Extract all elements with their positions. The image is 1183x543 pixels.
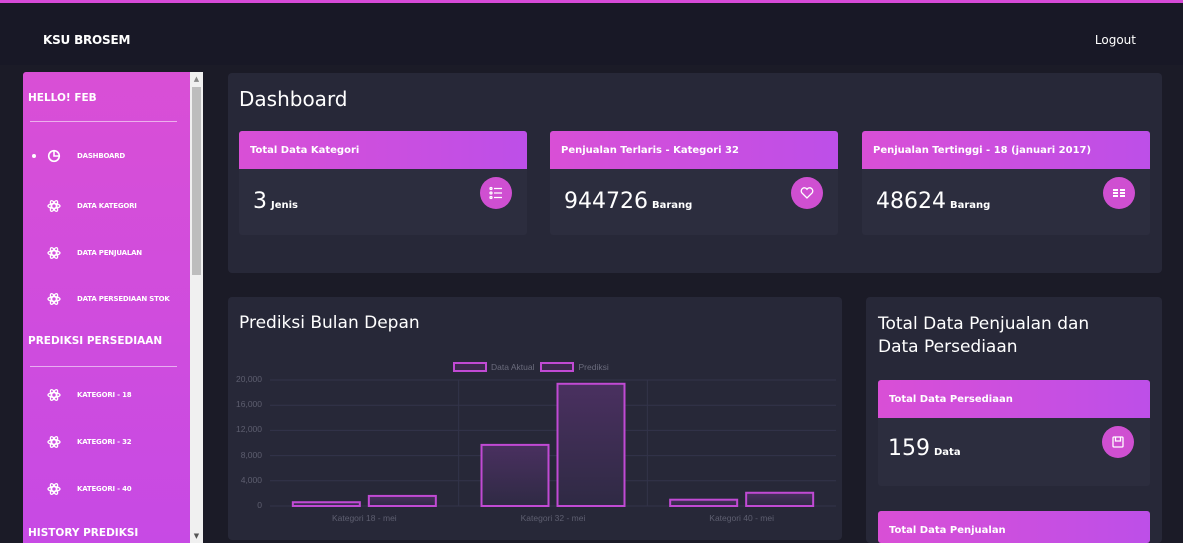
- sidebar-item-label: DATA PERSEDIAAN STOK: [77, 295, 170, 303]
- x-tick-label: Kategori 18 - mei: [331, 513, 397, 523]
- save-icon: [1102, 426, 1134, 458]
- scroll-down-arrow-icon[interactable]: ▼: [190, 529, 203, 543]
- sidebar-divider: [30, 121, 177, 122]
- sidebar-item-data-penjualan[interactable]: DATA PENJUALAN: [23, 240, 190, 266]
- totals-title: Total Data Penjualan dan Data Persediaan: [878, 313, 1089, 359]
- atom-icon: [47, 247, 61, 259]
- card-header: Penjualan Tertinggi - 18 (januari 2017): [862, 131, 1150, 169]
- card-value: 48624 Barang: [876, 189, 990, 214]
- sidebar-item-data-kategori[interactable]: DATA KATEGORI: [23, 193, 190, 219]
- scroll-up-arrow-icon[interactable]: ▲: [190, 72, 203, 86]
- atom-icon: [47, 436, 61, 448]
- bar-data-aktual[interactable]: [480, 443, 550, 507]
- stat-card-tertinggi: Penjualan Tertinggi - 18 (januari 2017) …: [862, 131, 1150, 235]
- card-value: 944726 Barang: [564, 189, 692, 214]
- sidebar-item-label: DATA PENJUALAN: [77, 249, 142, 257]
- page-title: Dashboard: [239, 87, 348, 111]
- y-tick-label: 20,000: [236, 374, 262, 384]
- heart-icon: [791, 177, 823, 209]
- chart-title: Prediksi Bulan Depan: [239, 313, 420, 333]
- logout-link[interactable]: Logout: [1095, 33, 1136, 47]
- stat-card-penjualan: Total Data Penjualan: [878, 511, 1150, 543]
- pie-chart-icon: [47, 149, 61, 163]
- sidebar-divider: [30, 366, 177, 367]
- bar-prediksi[interactable]: [745, 491, 815, 508]
- bar-data-aktual[interactable]: [669, 498, 739, 507]
- card-number: 3: [253, 189, 267, 214]
- card-header: Penjualan Terlaris - Kategori 32: [550, 131, 838, 169]
- dashboard-panel: Dashboard Total Data Kategori 3 Jenis Pen…: [228, 73, 1162, 273]
- stat-card-kategori: Total Data Kategori 3 Jenis: [239, 131, 527, 235]
- card-header: Total Data Penjualan: [878, 511, 1150, 543]
- y-tick-label: 0: [257, 500, 262, 510]
- card-unit: Barang: [950, 200, 991, 211]
- sidebar-item-kategori-40[interactable]: KATEGORI - 40: [23, 476, 190, 502]
- totals-title-line2: Data Persediaan: [878, 337, 1018, 357]
- card-number: 159: [888, 436, 930, 461]
- x-tick-label: Kategori 32 - mei: [520, 513, 586, 523]
- totals-title-line1: Total Data Penjualan dan: [878, 314, 1090, 334]
- card-value: 3 Jenis: [253, 189, 298, 214]
- list-icon: [480, 177, 512, 209]
- y-tick-label: 12,000: [236, 424, 262, 435]
- y-tick-label: 8,000: [240, 449, 262, 460]
- card-unit: Data: [934, 447, 961, 458]
- card-unit: Barang: [651, 200, 693, 211]
- atom-icon: [47, 389, 61, 401]
- bar-prediksi[interactable]: [556, 382, 626, 508]
- sidebar-item-label: KATEGORI - 18: [77, 391, 132, 399]
- top-navbar: KSU BROSEM Logout: [0, 3, 1183, 65]
- sidebar-item-kategori-18[interactable]: KATEGORI - 18: [23, 382, 190, 408]
- card-header: Total Data Kategori: [239, 131, 527, 169]
- sidebar-item-dashboard[interactable]: DASHBOARD: [23, 143, 190, 169]
- scrollbar-thumb[interactable]: [192, 87, 201, 275]
- totals-panel: Total Data Penjualan dan Data Persediaan…: [866, 297, 1162, 543]
- card-header: Total Data Persediaan: [878, 380, 1150, 418]
- sidebar-greeting: HELLO! FEB: [28, 92, 97, 104]
- prediksi-bar-chart: Data Aktual Prediksi 20,000 16,000 12,000 8…: [228, 360, 842, 540]
- money-icon: [1103, 177, 1135, 209]
- sidebar: HELLO! FEB DASHBOARD DATA KATEGORI DATA …: [23, 72, 190, 543]
- brand-logo[interactable]: KSU BROSEM: [43, 33, 130, 47]
- y-tick-label: 16,000: [236, 399, 262, 410]
- sidebar-item-label: DASHBOARD: [77, 152, 126, 160]
- sidebar-item-label: DATA KATEGORI: [77, 202, 137, 210]
- sidebar-item-data-persediaan-stok[interactable]: DATA PERSEDIAAN STOK: [23, 286, 190, 312]
- atom-icon: [47, 483, 61, 495]
- atom-icon: [47, 200, 61, 212]
- card-unit: Jenis: [271, 200, 299, 211]
- bar-data-aktual[interactable]: [291, 501, 361, 508]
- sidebar-section-history: HISTORY PREDIKSI: [28, 527, 139, 539]
- card-value: 159 Data: [888, 436, 961, 461]
- sidebar-item-kategori-32[interactable]: KATEGORI - 32: [23, 429, 190, 455]
- sidebar-item-label: KATEGORI - 32: [77, 438, 132, 446]
- stat-card-persediaan: Total Data Persediaan 159 Data: [878, 380, 1150, 486]
- active-indicator-dot: [32, 154, 36, 158]
- atom-icon: [47, 293, 61, 305]
- y-tick-label: 4,000: [240, 474, 262, 485]
- x-tick-label: Kategori 40 - mei: [709, 513, 775, 523]
- bar-prediksi[interactable]: [367, 494, 437, 507]
- sidebar-section-prediksi: PREDIKSI PERSEDIAAN: [28, 335, 163, 347]
- card-number: 944726: [564, 189, 648, 214]
- sidebar-item-label: KATEGORI - 40: [77, 485, 132, 493]
- card-number: 48624: [876, 189, 946, 214]
- stat-card-terlaris: Penjualan Terlaris - Kategori 32 944726 B…: [550, 131, 838, 235]
- sidebar-scrollbar[interactable]: ▲ ▼: [190, 72, 203, 543]
